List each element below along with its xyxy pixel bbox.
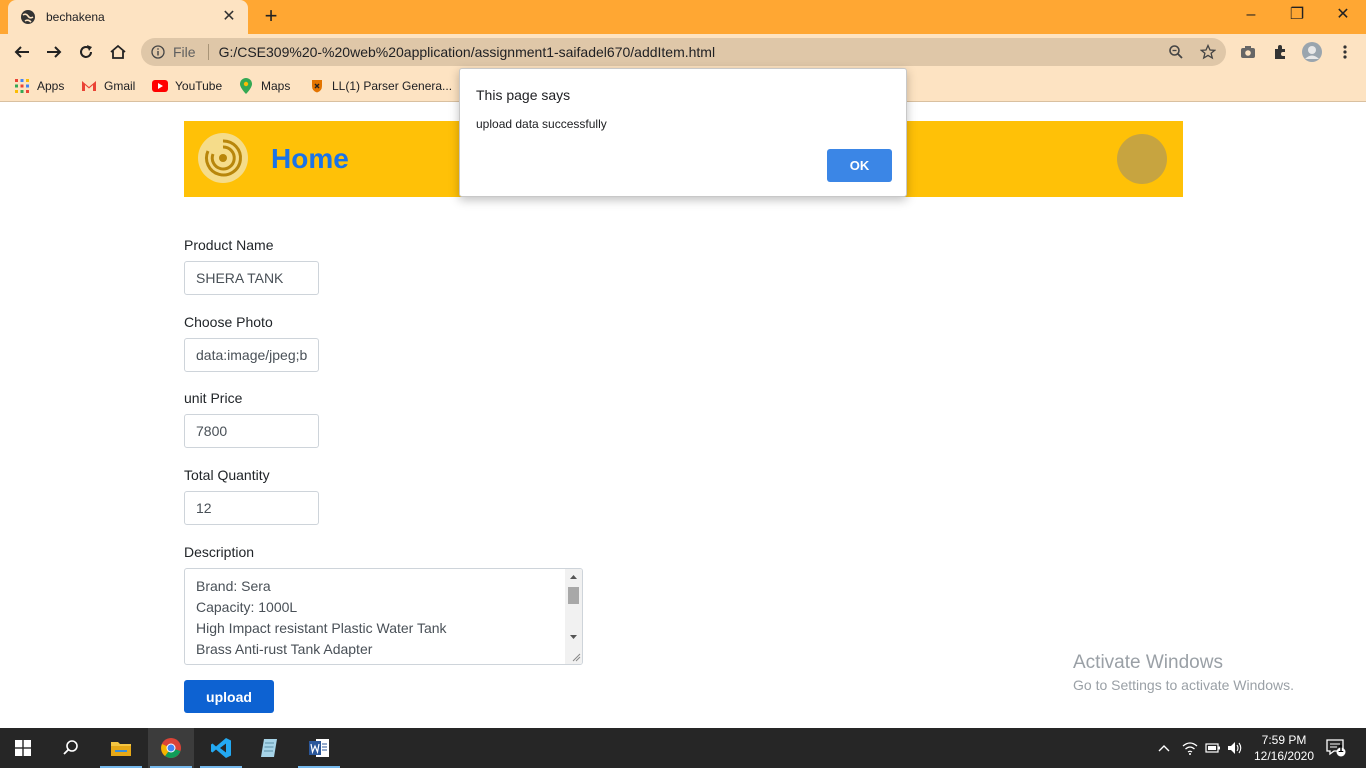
window-close-icon[interactable]: ✕ <box>1320 0 1366 30</box>
windows-start-icon[interactable] <box>0 728 46 768</box>
description-textarea[interactable]: Brand: Sera Capacity: 1000L High Impact … <box>184 568 583 665</box>
total-quantity-label: Total Quantity <box>184 467 270 483</box>
zoom-icon[interactable] <box>1166 42 1186 62</box>
tab-title: bechakena <box>46 10 105 24</box>
menu-kebab-icon[interactable] <box>1335 42 1355 62</box>
home-link[interactable]: Home <box>271 143 349 175</box>
bookmark-apps[interactable]: Apps <box>14 77 64 95</box>
globe-icon <box>21 10 35 24</box>
scroll-down-icon <box>570 635 577 639</box>
upload-button[interactable]: upload <box>184 680 274 713</box>
resize-grip-icon <box>572 653 581 662</box>
browser-tab[interactable]: bechakena ✕ <box>8 0 248 34</box>
description-line: Brand: Sera <box>196 578 271 594</box>
bookmark-label: Apps <box>37 79 65 93</box>
word-icon[interactable] <box>296 728 342 768</box>
description-line: Capacity: 1000L <box>196 599 298 615</box>
system-clock[interactable]: 7:59 PM 12/16/2020 <box>1244 732 1324 764</box>
bookmark-star-icon[interactable] <box>1198 42 1218 62</box>
apps-grid-icon <box>14 78 30 94</box>
extensions-icon[interactable] <box>1270 42 1290 62</box>
chevron-up-icon[interactable] <box>1156 728 1172 768</box>
dialog-message: upload data successfully <box>476 117 607 131</box>
scroll-thumb <box>568 587 579 604</box>
site-logo[interactable] <box>198 133 248 183</box>
alert-dialog: This page says upload data successfully … <box>459 68 907 197</box>
total-quantity-input[interactable] <box>184 491 319 525</box>
bookmark-label: YouTube <box>175 79 223 93</box>
clock-date: 12/16/2020 <box>1253 749 1315 763</box>
description-line: Brass Anti-rust Tank Adapter <box>196 641 373 657</box>
notepad-icon[interactable] <box>246 728 292 768</box>
bookmark-label: Gmail <box>104 79 136 93</box>
notification-count: 1 <box>1338 744 1344 755</box>
reload-icon[interactable] <box>72 38 100 66</box>
file-label: File <box>173 44 196 60</box>
restore-icon[interactable]: ❐ <box>1274 0 1320 30</box>
vscode-icon[interactable] <box>198 728 244 768</box>
activate-windows-subtitle: Go to Settings to activate Windows. <box>1073 677 1294 693</box>
bookmark-label: LL(1) Parser Genera... <box>332 79 453 93</box>
volume-icon[interactable] <box>1226 728 1244 768</box>
maps-icon <box>238 78 254 94</box>
camera-icon[interactable] <box>1238 42 1258 62</box>
battery-icon[interactable] <box>1204 728 1222 768</box>
omnibox-divider <box>207 44 209 60</box>
back-icon[interactable] <box>8 38 36 66</box>
activate-windows-title: Activate Windows <box>1073 652 1223 673</box>
description-scrollbar[interactable] <box>565 569 582 664</box>
bookmark-maps[interactable]: Maps <box>238 77 290 95</box>
parser-icon <box>309 78 325 94</box>
windows-taskbar: 7:59 PM 12/16/2020 1 <box>0 728 1366 768</box>
clock-time: 7:59 PM <box>1261 733 1307 747</box>
info-icon[interactable] <box>151 45 165 59</box>
new-tab-button[interactable]: + <box>259 5 283 29</box>
tab-strip: bechakena ✕ + – ❐ ✕ <box>0 0 1366 34</box>
youtube-icon <box>152 78 168 94</box>
choose-photo-label: Choose Photo <box>184 314 273 330</box>
bookmark-ll1-parser[interactable]: LL(1) Parser Genera... <box>309 77 452 95</box>
description-text: Brand: Sera Capacity: 1000L High Impact … <box>196 576 447 660</box>
search-icon[interactable] <box>48 728 94 768</box>
notification-center-icon[interactable]: 1 <box>1322 728 1350 768</box>
user-avatar[interactable] <box>1117 134 1167 184</box>
dialog-title: This page says <box>476 87 571 103</box>
bookmark-youtube[interactable]: YouTube <box>152 77 222 95</box>
unit-price-input[interactable] <box>184 414 319 448</box>
product-name-label: Product Name <box>184 237 274 253</box>
ok-button[interactable]: OK <box>827 149 892 182</box>
chrome-icon[interactable] <box>148 728 194 768</box>
url-text[interactable]: G:/CSE309%20-%20web%20application/assign… <box>219 44 1226 60</box>
bookmark-label: Maps <box>261 79 291 93</box>
gmail-icon <box>81 78 97 94</box>
file-explorer-icon[interactable] <box>98 728 144 768</box>
product-name-input[interactable] <box>184 261 319 295</box>
tab-close-icon[interactable]: ✕ <box>220 8 238 26</box>
browser-toolbar: File G:/CSE309%20-%20web%20application/a… <box>0 34 1366 70</box>
description-label: Description <box>184 544 255 560</box>
forward-icon[interactable] <box>40 38 68 66</box>
bookmark-gmail[interactable]: Gmail <box>81 77 135 95</box>
wifi-icon[interactable] <box>1181 728 1199 768</box>
address-bar[interactable]: File G:/CSE309%20-%20web%20application/a… <box>141 38 1226 66</box>
unit-price-label: unit Price <box>184 390 243 406</box>
description-line: High Impact resistant Plastic Water Tank <box>196 620 447 636</box>
profile-avatar-icon[interactable] <box>1302 42 1322 62</box>
home-icon[interactable] <box>104 38 132 66</box>
minimize-icon[interactable]: – <box>1228 0 1274 30</box>
photo-input[interactable] <box>184 338 319 372</box>
scroll-up-icon <box>570 575 577 579</box>
